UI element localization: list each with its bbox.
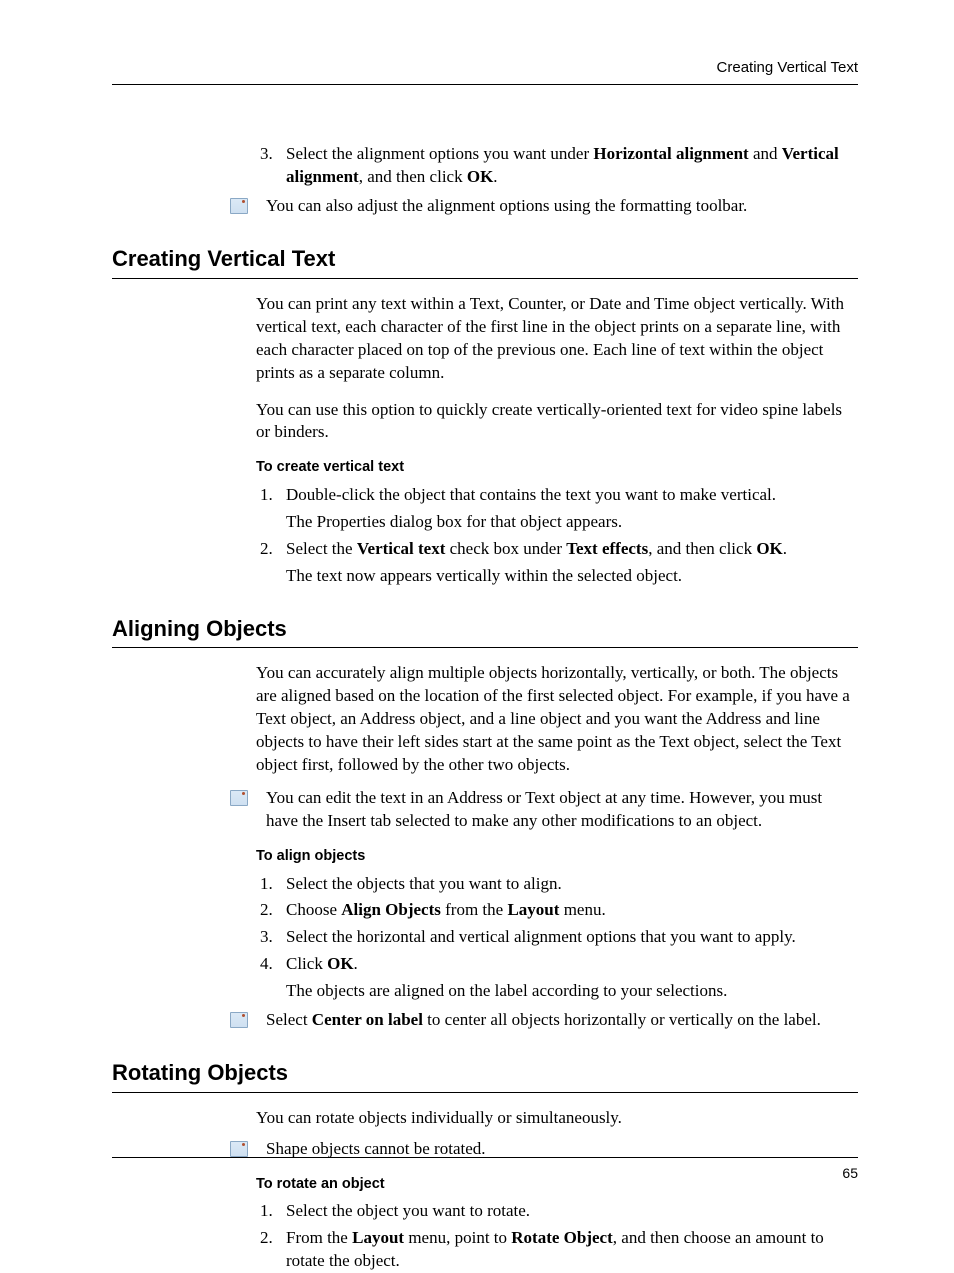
- section-heading-rotating-objects: Rotating Objects: [112, 1058, 858, 1093]
- step-text: Select the object you want to rotate.: [286, 1201, 530, 1220]
- step-text: Double-click the object that contains th…: [286, 485, 776, 504]
- step-number: 1.: [260, 873, 273, 896]
- step-text: Select the Vertical text check box under…: [286, 539, 787, 558]
- section3-step-2: 2. From the Layout menu, point to Rotate…: [256, 1227, 858, 1273]
- section2-note2: Select Center on label to center all obj…: [256, 1009, 858, 1032]
- step-text: Click OK.: [286, 954, 358, 973]
- step-text: Select the objects that you want to alig…: [286, 874, 562, 893]
- step-number: 3.: [260, 926, 273, 949]
- section-heading-creating-vertical-text: Creating Vertical Text: [112, 244, 858, 279]
- section2-note1: You can edit the text in an Address or T…: [256, 787, 858, 833]
- note-text: Select Center on label to center all obj…: [260, 1009, 858, 1032]
- step-number: 2.: [260, 1227, 273, 1250]
- intro-note: You can also adjust the alignment option…: [256, 195, 858, 218]
- step-sub: The text now appears vertically within t…: [286, 565, 858, 588]
- intro-continuation: 3. Select the alignment options you want…: [256, 143, 858, 218]
- section2-p1: You can accurately align multiple object…: [256, 662, 858, 777]
- section1-steps: 1. Double-click the object that contains…: [256, 484, 858, 588]
- step-text: Choose Align Objects from the Layout men…: [286, 900, 606, 919]
- section1-p1: You can print any text within a Text, Co…: [256, 293, 858, 385]
- section3-body: You can rotate objects individually or s…: [256, 1107, 858, 1273]
- step-number: 3.: [260, 143, 273, 166]
- step-number: 1.: [260, 1200, 273, 1223]
- running-title: Creating Vertical Text: [717, 59, 858, 76]
- section1-body: You can print any text within a Text, Co…: [256, 293, 858, 588]
- step-sub: The objects are aligned on the label acc…: [286, 980, 858, 1003]
- section2-step-1: 1. Select the objects that you want to a…: [256, 873, 858, 896]
- page-footer: 65: [112, 1157, 858, 1183]
- section2-step-4: 4. Click OK. The objects are aligned on …: [256, 953, 858, 1003]
- intro-step-3: 3. Select the alignment options you want…: [256, 143, 858, 189]
- note-icon: [230, 198, 248, 214]
- section-heading-aligning-objects: Aligning Objects: [112, 614, 858, 649]
- section2-step-3: 3. Select the horizontal and vertical al…: [256, 926, 858, 949]
- page: Creating Vertical Text 3. Select the ali…: [0, 0, 954, 1235]
- section3-p1: You can rotate objects individually or s…: [256, 1107, 858, 1130]
- step-text: From the Layout menu, point to Rotate Ob…: [286, 1228, 824, 1270]
- section1-subhead: To create vertical text: [256, 458, 858, 478]
- note-icon: [230, 1141, 248, 1157]
- section2-steps: 1. Select the objects that you want to a…: [256, 873, 858, 1004]
- note-text: You can also adjust the alignment option…: [260, 195, 858, 218]
- section2-subhead: To align objects: [256, 847, 858, 867]
- note-text: You can edit the text in an Address or T…: [260, 787, 858, 833]
- step-text: Select the horizontal and vertical align…: [286, 927, 796, 946]
- step-text: Select the alignment options you want un…: [286, 144, 839, 186]
- step-number: 2.: [260, 899, 273, 922]
- section3-step-1: 1. Select the object you want to rotate.: [256, 1200, 858, 1223]
- step-sub: The Properties dialog box for that objec…: [286, 511, 858, 534]
- section2-step-2: 2. Choose Align Objects from the Layout …: [256, 899, 858, 922]
- section2-body: You can accurately align multiple object…: [256, 662, 858, 1032]
- section1-step-2: 2. Select the Vertical text check box un…: [256, 538, 858, 588]
- page-number: 65: [842, 1165, 858, 1181]
- intro-steps: 3. Select the alignment options you want…: [256, 143, 858, 189]
- section1-step-1: 1. Double-click the object that contains…: [256, 484, 858, 534]
- note-icon: [230, 1012, 248, 1028]
- section3-steps: 1. Select the object you want to rotate.…: [256, 1200, 858, 1273]
- step-number: 1.: [260, 484, 273, 507]
- step-number: 2.: [260, 538, 273, 561]
- running-header: Creating Vertical Text: [112, 58, 858, 85]
- section1-p2: You can use this option to quickly creat…: [256, 399, 858, 445]
- note-icon: [230, 790, 248, 806]
- step-number: 4.: [260, 953, 273, 976]
